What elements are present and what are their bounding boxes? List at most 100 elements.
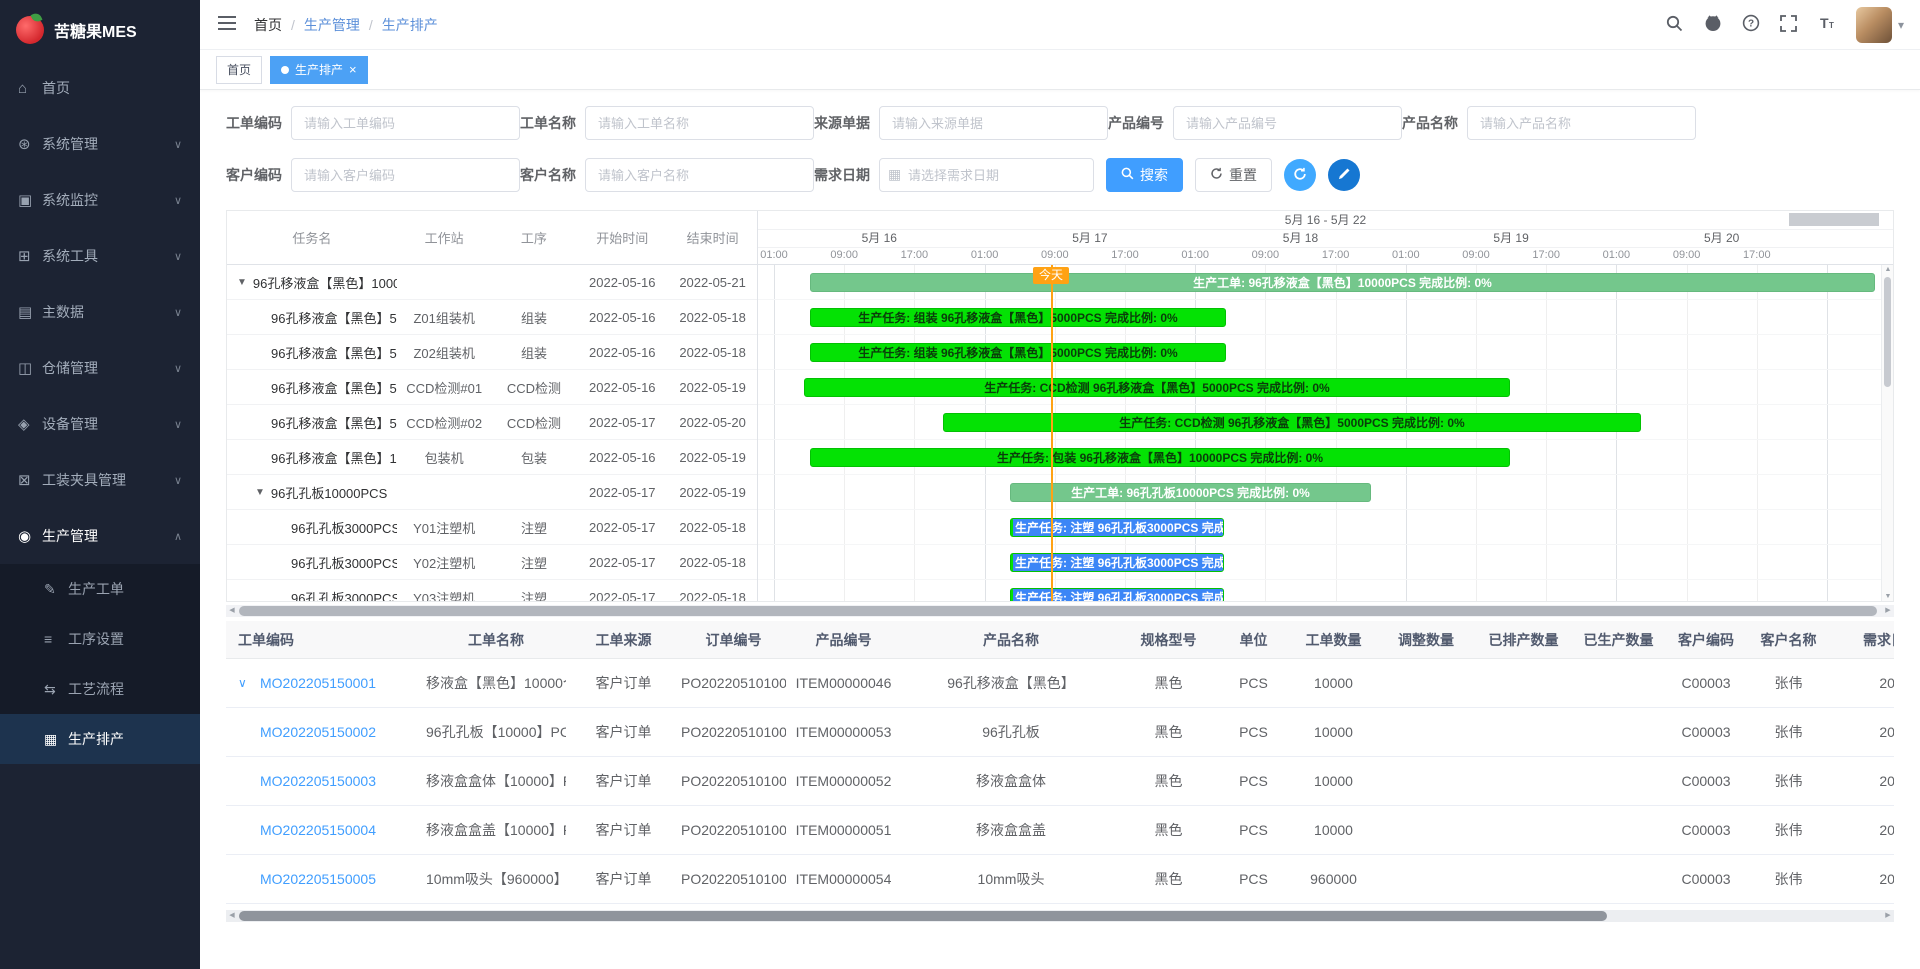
gantt-task-row[interactable]: 96孔移液盒【黑色】5000PCSCCD检测#02CCD检测2022-05-17… <box>227 405 757 440</box>
gantt-end-cell: 2022-05-18 <box>668 590 757 602</box>
orders-cell: 96孔孔板【10000】PCS <box>426 722 566 742</box>
gantt-task-row[interactable]: 96孔孔板3000PCSY01注塑机注塑2022-05-172022-05-18 <box>227 510 757 545</box>
order-link[interactable]: MO202205150002 <box>260 724 376 740</box>
scroll-up-icon[interactable]: ▲ <box>1882 266 1893 273</box>
caret-down-icon[interactable]: ▼ <box>255 487 265 498</box>
breadcrumb-item-home[interactable]: 首页 <box>254 15 282 35</box>
search-button-header[interactable] <box>1658 8 1692 42</box>
github-button[interactable] <box>1696 8 1730 42</box>
gantt-task-bar[interactable]: 生产任务: 组装 96孔移液盒【黑色】5000PCS 完成比例: 0% <box>810 343 1226 362</box>
table-row[interactable]: MO20220515000510mm吸头【960000】PCS客户订单PO202… <box>226 855 1894 904</box>
sidebar-item-2[interactable]: ▣系统监控∨ <box>0 172 200 228</box>
gantt-chart-row: 生产任务: 注塑 96孔孔板3000PCS 完成比例: 0% <box>758 545 1893 580</box>
sidebar-subitem-1[interactable]: ≡工序设置 <box>0 614 200 664</box>
orders-cell: ∨MO202205150001 <box>226 675 426 691</box>
breadcrumb-item-scheduling[interactable]: 生产排产 <box>382 15 438 35</box>
gantt-task-row[interactable]: 96孔孔板3000PCSY02注塑机注塑2022-05-172022-05-18 <box>227 545 757 580</box>
scroll-left-icon[interactable]: ◀ <box>226 910 238 922</box>
close-icon[interactable]: × <box>349 63 357 76</box>
flow-icon: ⇆ <box>44 681 68 698</box>
breadcrumb-item-production[interactable]: 生产管理 <box>304 15 360 35</box>
gantt-task-row[interactable]: 96孔移液盒【黑色】5000PCSZ02组装机组装2022-05-162022-… <box>227 335 757 370</box>
sidebar-item-3[interactable]: ⊞系统工具∨ <box>0 228 200 284</box>
sidebar-toggle-button[interactable] <box>200 0 254 49</box>
scroll-right-icon[interactable]: ▶ <box>1882 605 1894 617</box>
refresh-schedule-button[interactable] <box>1284 159 1316 191</box>
sidebar-item-label: 系统管理 <box>42 134 98 154</box>
order-link[interactable]: MO202205150001 <box>260 675 376 691</box>
sidebar-item-5[interactable]: ◫仓储管理∨ <box>0 340 200 396</box>
caret-down-icon[interactable]: ▼ <box>237 277 247 288</box>
tab-production-scheduling[interactable]: 生产排产 × <box>270 56 368 84</box>
orders-horizontal-scrollbar[interactable]: ◀ ▶ <box>226 910 1894 922</box>
vertical-scrollbar-thumb[interactable] <box>1884 277 1891 387</box>
filter-input-3[interactable] <box>1173 106 1402 140</box>
gantt-task-row[interactable]: 96孔移液盒【黑色】5000PCSCCD检测#01CCD检测2022-05-16… <box>227 370 757 405</box>
gantt-task-row[interactable]: 96孔移液盒【黑色】10000PCS包装机包装2022-05-162022-05… <box>227 440 757 475</box>
gantt-task-row[interactable]: 96孔移液盒【黑色】5000PCSZ01组装机组装2022-05-162022-… <box>227 300 757 335</box>
filter-input-7[interactable] <box>879 158 1094 192</box>
sidebar-item-1[interactable]: ⊛系统管理∨ <box>0 116 200 172</box>
orders-cell: C00003 <box>1666 822 1746 838</box>
gantt-task-row[interactable]: 96孔孔板3000PCSY03注塑机注塑2022-05-172022-05-18 <box>227 580 757 601</box>
filter-input-0[interactable] <box>291 106 520 140</box>
gantt-task-bar[interactable]: 生产任务: 组装 96孔移液盒【黑色】5000PCS 完成比例: 0% <box>810 308 1226 327</box>
app-logo[interactable]: 苦糖果MES <box>0 0 200 60</box>
gantt-task-name-cell: 96孔移液盒【黑色】5000PCS <box>227 378 397 397</box>
scroll-down-icon[interactable]: ▼ <box>1882 593 1893 600</box>
gantt-task-bar[interactable]: 生产任务: 注塑 96孔孔板3000PCS 完成比例: 0% <box>1010 553 1224 572</box>
tab-home[interactable]: 首页 <box>216 56 262 84</box>
help-button[interactable]: ? <box>1734 8 1768 42</box>
table-row[interactable]: MO202205150003移液盒盒体【10000】PCS客户订单PO20220… <box>226 757 1894 806</box>
gantt-order-bar[interactable]: 生产工单: 96孔孔板10000PCS 完成比例: 0% <box>1010 483 1371 502</box>
avatar-caret-icon[interactable]: ▾ <box>1898 18 1904 32</box>
gantt-task-bar[interactable]: 生产任务: 注塑 96孔孔板3000PCS 完成比例: 0% <box>1010 518 1224 537</box>
fontsize-button[interactable]: TT <box>1810 8 1844 42</box>
gantt-order-bar[interactable]: 生产工单: 96孔移液盒【黑色】10000PCS 完成比例: 0% <box>810 273 1875 292</box>
gantt-task-bar[interactable]: 生产任务: 包装 96孔移液盒【黑色】10000PCS 完成比例: 0% <box>810 448 1510 467</box>
gantt-start-cell: 2022-05-17 <box>576 415 668 430</box>
order-link[interactable]: MO202205150004 <box>260 822 376 838</box>
avatar[interactable] <box>1856 7 1892 43</box>
sidebar-subitem-2[interactable]: ⇆工艺流程 <box>0 664 200 714</box>
gantt-vertical-scrollbar[interactable]: ▲ ▼ <box>1881 265 1893 601</box>
reset-button[interactable]: 重置 <box>1195 158 1272 192</box>
orders-cell: 10000 <box>1291 675 1376 691</box>
edit-schedule-button[interactable] <box>1328 159 1360 191</box>
gantt-task-row[interactable]: ▼96孔移液盒【黑色】10000PCS2022-05-162022-05-21 <box>227 265 757 300</box>
filter-input-4[interactable] <box>1467 106 1696 140</box>
chevron-down-icon[interactable]: ∨ <box>238 676 260 690</box>
sidebar-item-0[interactable]: ⌂首页 <box>0 60 200 116</box>
horizontal-scrollbar-thumb[interactable] <box>239 911 1607 921</box>
filter-input-5[interactable] <box>291 158 520 192</box>
gantt-task-bar[interactable]: 生产任务: CCD检测 96孔移液盒【黑色】5000PCS 完成比例: 0% <box>804 378 1510 397</box>
sidebar-subitem-0[interactable]: ✎生产工单 <box>0 564 200 614</box>
table-row[interactable]: MO20220515000296孔孔板【10000】PCS客户订单PO20220… <box>226 708 1894 757</box>
filter-input-6[interactable] <box>585 158 814 192</box>
sidebar-item-4[interactable]: ▤主数据∨ <box>0 284 200 340</box>
sidebar-item-7[interactable]: ⊠工装夹具管理∨ <box>0 452 200 508</box>
timeline-tick-label: 17:00 <box>1532 248 1560 264</box>
scroll-right-icon[interactable]: ▶ <box>1882 910 1894 922</box>
gantt-horizontal-scrollbar[interactable]: ◀ ▶ <box>226 605 1894 617</box>
orders-cell: 移液盒盒盖 <box>901 820 1121 840</box>
gantt-task-bar[interactable]: 生产任务: 注塑 96孔孔板3000PCS 完成比例: 0% <box>1010 588 1224 601</box>
filter-input-1[interactable] <box>585 106 814 140</box>
sidebar-subitem-3[interactable]: ▦生产排产 <box>0 714 200 764</box>
orders-cell: 黑色 <box>1121 673 1216 693</box>
table-row[interactable]: ∨MO202205150001移液盒【黑色】10000个客户订单PO202205… <box>226 659 1894 708</box>
sidebar-item-6[interactable]: ◈设备管理∨ <box>0 396 200 452</box>
gantt-task-row[interactable]: ▼96孔孔板10000PCS2022-05-172022-05-19 <box>227 475 757 510</box>
gantt-task-bar[interactable]: 生产任务: CCD检测 96孔移液盒【黑色】5000PCS 完成比例: 0% <box>943 413 1641 432</box>
orders-column-header: 需求日期 <box>1831 630 1894 650</box>
scroll-left-icon[interactable]: ◀ <box>226 605 238 617</box>
order-link[interactable]: MO202205150005 <box>260 871 376 887</box>
search-button[interactable]: 搜索 <box>1106 158 1183 192</box>
sidebar-item-8[interactable]: ◉生产管理∧ <box>0 508 200 564</box>
table-row[interactable]: MO202205150004移液盒盒盖【10000】PCS客户订单PO20220… <box>226 806 1894 855</box>
gantt-station-cell: 包装机 <box>397 448 492 467</box>
fullscreen-button[interactable] <box>1772 8 1806 42</box>
horizontal-scrollbar-thumb[interactable] <box>239 606 1877 616</box>
order-link[interactable]: MO202205150003 <box>260 773 376 789</box>
filter-input-2[interactable] <box>879 106 1108 140</box>
